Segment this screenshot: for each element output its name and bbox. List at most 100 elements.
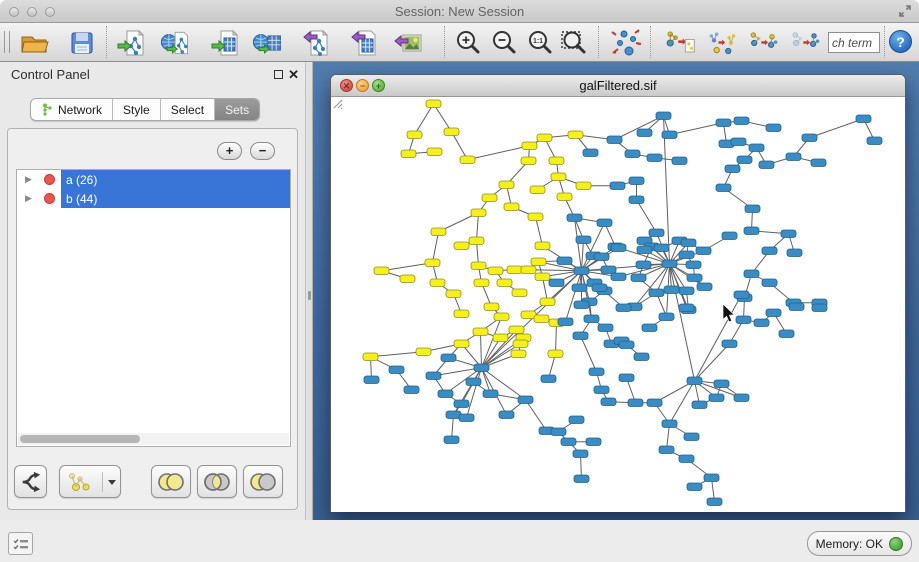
list-item-set-a[interactable]: ▶ a (26) <box>17 170 290 189</box>
tab-sets[interactable]: Sets <box>215 99 259 120</box>
graph-node[interactable] <box>459 414 474 422</box>
graph-node[interactable] <box>687 377 702 385</box>
graph-node[interactable] <box>629 196 644 204</box>
graph-node[interactable] <box>679 287 694 295</box>
remove-set-button[interactable]: − <box>250 142 275 160</box>
graph-node[interactable] <box>499 181 514 189</box>
graph-node[interactable] <box>541 375 556 383</box>
graph-node[interactable] <box>731 138 746 146</box>
graph-node[interactable] <box>744 270 759 278</box>
graph-node[interactable] <box>744 227 759 235</box>
graph-node[interactable] <box>389 366 404 374</box>
tab-network[interactable]: Network <box>31 99 113 120</box>
graph-node[interactable] <box>568 131 583 139</box>
graph-node[interactable] <box>681 239 696 247</box>
graph-node[interactable] <box>583 149 598 157</box>
graph-node[interactable] <box>473 328 488 336</box>
graph-edge[interactable] <box>468 146 530 160</box>
graph-node[interactable] <box>507 266 522 274</box>
union-button[interactable] <box>151 465 191 498</box>
graph-node[interactable] <box>592 284 607 292</box>
graph-node[interactable] <box>611 273 626 281</box>
graph-node[interactable] <box>499 411 514 419</box>
create-network-from-selection-icon[interactable] <box>664 27 696 59</box>
graph-node[interactable] <box>714 380 729 388</box>
graph-node[interactable] <box>586 438 601 446</box>
graph-node[interactable] <box>551 428 566 436</box>
import-network-from-web-icon[interactable] <box>160 27 192 59</box>
graph-node[interactable] <box>416 348 431 356</box>
graph-node[interactable] <box>616 304 631 312</box>
graph-node[interactable] <box>483 390 498 398</box>
graph-node[interactable] <box>679 455 694 463</box>
graph-node[interactable] <box>619 341 634 349</box>
graph-node[interactable] <box>802 134 817 142</box>
graph-node[interactable] <box>427 148 442 156</box>
graph-node[interactable] <box>404 386 419 394</box>
sets-difference-tool-icon[interactable] <box>790 27 822 59</box>
graph-node[interactable] <box>511 350 526 358</box>
graph-edge[interactable] <box>810 119 864 138</box>
graph-node[interactable] <box>759 161 774 169</box>
create-set-combo-button[interactable] <box>59 465 121 498</box>
graph-node[interactable] <box>528 213 543 221</box>
graph-node[interactable] <box>431 228 446 236</box>
graph-node[interactable] <box>629 177 644 185</box>
graph-node[interactable] <box>549 157 564 165</box>
graph-node[interactable] <box>509 326 524 334</box>
graph-node[interactable] <box>572 284 587 292</box>
zoom-out-icon[interactable] <box>488 27 520 59</box>
help-icon[interactable]: ? <box>889 30 912 53</box>
graph-node[interactable] <box>716 184 731 192</box>
graph-node[interactable] <box>407 131 422 139</box>
graph-node[interactable] <box>561 438 576 446</box>
graph-node[interactable] <box>734 394 749 402</box>
graph-node[interactable] <box>601 266 616 274</box>
graph-node[interactable] <box>786 153 801 161</box>
graph-node[interactable] <box>504 203 519 211</box>
graph-node[interactable] <box>530 186 545 194</box>
splitter-grip[interactable] <box>308 291 311 300</box>
graph-node[interactable] <box>659 446 674 454</box>
graph-node[interactable] <box>589 368 604 376</box>
graph-node[interactable] <box>551 173 566 181</box>
graph-node[interactable] <box>779 330 794 338</box>
graph-node[interactable] <box>812 304 827 312</box>
zoom-in-icon[interactable] <box>452 27 484 59</box>
graph-node[interactable] <box>574 475 589 483</box>
graph-node[interactable] <box>574 267 589 275</box>
graph-edge[interactable] <box>371 352 424 357</box>
intersection-button[interactable] <box>197 465 237 498</box>
graph-node[interactable] <box>662 131 677 139</box>
graph-edge[interactable] <box>433 232 439 263</box>
graph-edge[interactable] <box>670 123 724 135</box>
graph-node[interactable] <box>787 249 802 257</box>
task-history-button[interactable] <box>8 532 33 555</box>
graph-node[interactable] <box>679 251 694 259</box>
graph-node[interactable] <box>789 303 804 311</box>
graph-node[interactable] <box>444 128 459 136</box>
graph-node[interactable] <box>469 237 484 245</box>
graph-node[interactable] <box>649 289 664 297</box>
graph-node[interactable] <box>737 156 752 164</box>
graph-node[interactable] <box>466 378 481 386</box>
graph-node[interactable] <box>518 396 533 404</box>
graph-node[interactable] <box>537 134 552 142</box>
export-network-icon[interactable] <box>300 27 332 59</box>
graph-node[interactable] <box>441 354 456 362</box>
canvas-resize-grip[interactable] <box>331 97 343 109</box>
graph-edge[interactable] <box>581 336 597 372</box>
memory-status-button[interactable]: Memory: OK <box>807 531 912 556</box>
graph-node[interactable] <box>704 474 719 482</box>
graph-node[interactable] <box>594 386 609 394</box>
graph-node[interactable] <box>531 258 546 266</box>
graph-node[interactable] <box>438 390 453 398</box>
import-table-from-file-icon[interactable] <box>210 27 242 59</box>
graph-node[interactable] <box>426 100 441 108</box>
graph-node[interactable] <box>488 267 503 275</box>
graph-node[interactable] <box>497 279 512 287</box>
graph-node[interactable] <box>482 194 497 202</box>
graph-node[interactable] <box>811 159 826 167</box>
panel-splitter[interactable] <box>305 62 313 520</box>
graph-edge[interactable] <box>635 264 670 307</box>
